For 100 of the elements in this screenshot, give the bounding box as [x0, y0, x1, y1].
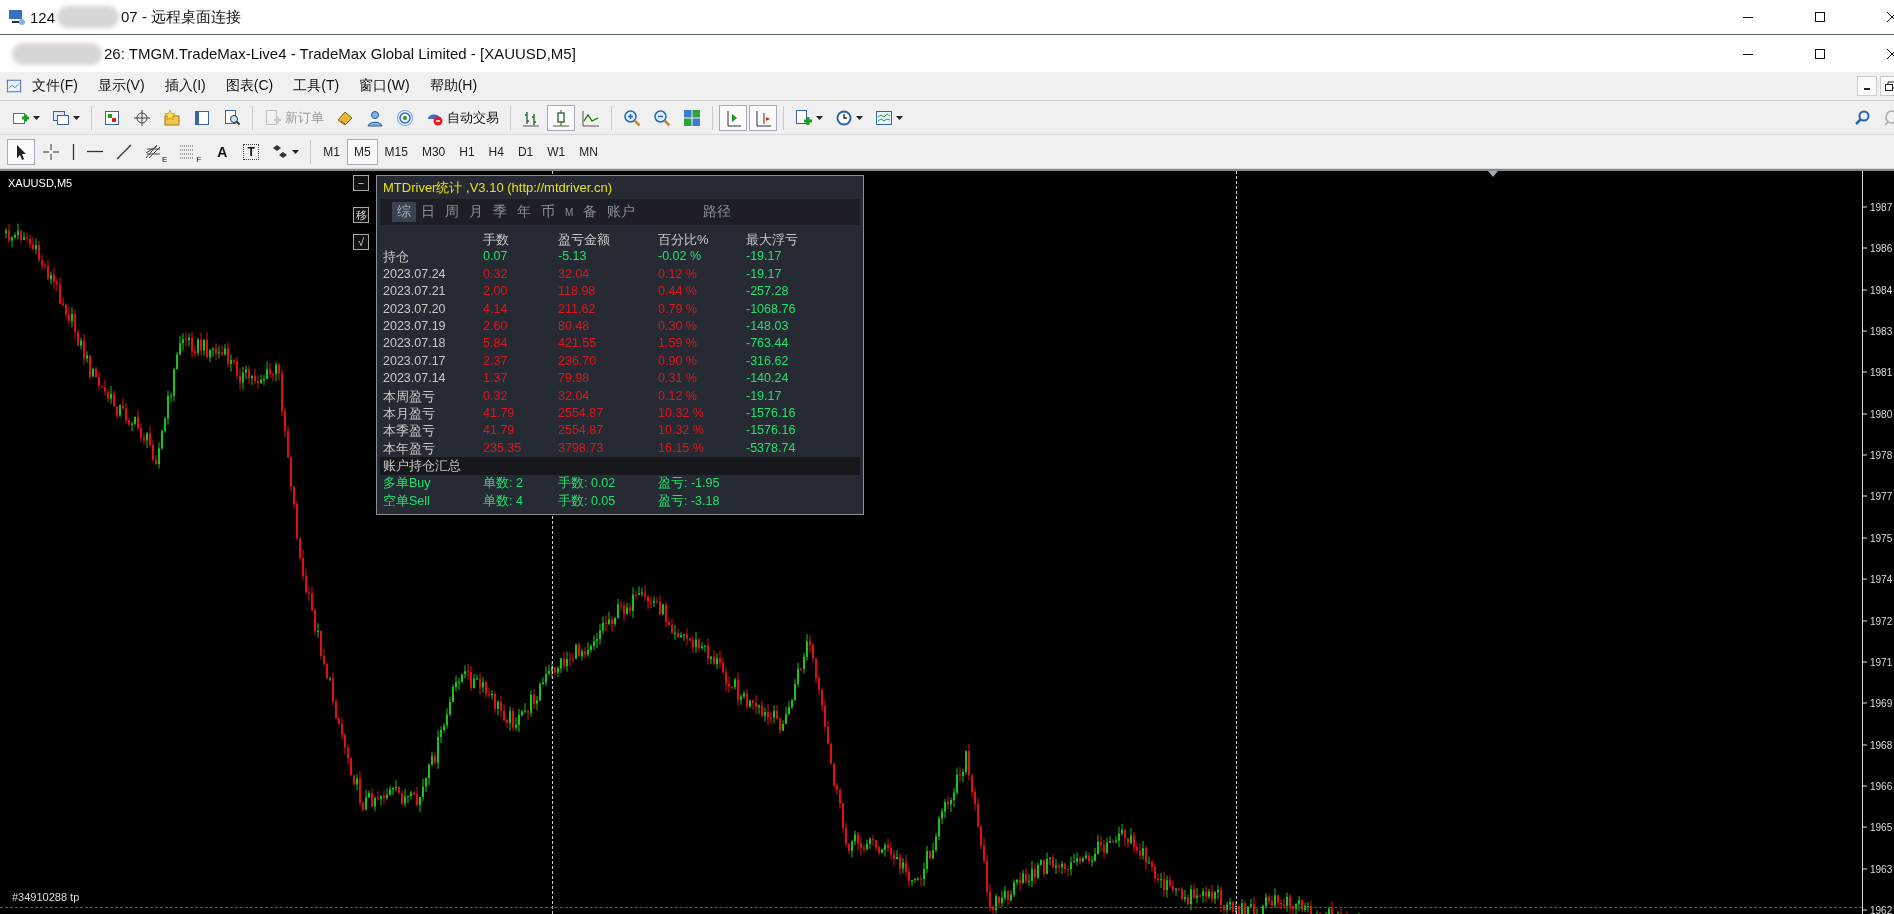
- drawing-tool-button[interactable]: A: [208, 138, 237, 165]
- price-label: 1978: [1870, 449, 1893, 461]
- menu-item[interactable]: 插入(I): [154, 75, 216, 97]
- price-label: 1974: [1870, 573, 1893, 585]
- row-label: 本周盈亏: [383, 387, 436, 406]
- restore-icon[interactable]: [1880, 76, 1894, 96]
- table-cell-text: -0.02 %: [658, 248, 703, 266]
- price-label: 1965: [1870, 821, 1893, 833]
- row-label: 2023.07.18: [383, 335, 447, 353]
- panel-tab[interactable]: 账户: [602, 202, 641, 222]
- table-cell-text: 3798.73: [558, 439, 605, 457]
- panel-side-button[interactable]: √: [353, 234, 369, 250]
- table-cell-text: 41.79: [483, 405, 516, 423]
- timeframe-button[interactable]: W1: [540, 138, 573, 165]
- menu-item[interactable]: 显示(V): [87, 75, 155, 97]
- maximize-icon[interactable]: [1814, 11, 1826, 23]
- maximize-icon[interactable]: [1814, 47, 1826, 60]
- panel-tab[interactable]: 年: [512, 202, 536, 222]
- table-cell-text: 0.12 %: [658, 387, 698, 405]
- window-title: 124: [30, 8, 56, 26]
- table-cell-text: -1576.16: [746, 405, 797, 423]
- drawing-tool-button[interactable]: T: [238, 138, 265, 165]
- menu-item[interactable]: 工具(T): [283, 75, 350, 97]
- row-label: 2023.07.24: [383, 265, 447, 283]
- template-icon: [875, 108, 893, 127]
- drawing-tool-button[interactable]: F: [174, 138, 207, 165]
- caret-icon: [896, 115, 903, 120]
- panel-side-button[interactable]: −: [353, 175, 369, 191]
- line-chart-icon: [582, 108, 600, 127]
- panel-tab[interactable]: 路径: [698, 202, 737, 222]
- caret-icon: [856, 115, 863, 120]
- panel-tab[interactable]: 季: [488, 202, 512, 222]
- caret-icon: [292, 149, 300, 154]
- triangle-marker-icon: [1488, 171, 1498, 177]
- timeframe-button[interactable]: MN: [572, 138, 605, 165]
- crosshair-icon: [42, 142, 60, 161]
- table-cell-text: -1068.76: [746, 300, 797, 318]
- timeframe-button[interactable]: D1: [510, 138, 541, 165]
- chart-window-icon[interactable]: [6, 78, 22, 94]
- menu-item[interactable]: 窗口(W): [349, 75, 420, 97]
- toolbar-button[interactable]: [719, 104, 747, 131]
- drawing-tool-button[interactable]: E: [140, 138, 173, 165]
- table-cell-text: -19.17: [746, 265, 783, 283]
- row-label: 持仓: [383, 248, 410, 266]
- menu-item[interactable]: 帮助(H): [419, 75, 488, 97]
- quote-board-icon: [103, 108, 121, 127]
- price-label: 1966: [1870, 780, 1893, 792]
- zoom-in-icon: [623, 108, 641, 127]
- table-cell-text: 32.04: [558, 265, 591, 283]
- add-indicator-icon: [795, 108, 813, 127]
- column-header: 盈亏金额: [558, 231, 611, 249]
- table-cell-text: -140.24: [746, 370, 790, 388]
- table-cell-text: -5378.74: [746, 439, 797, 457]
- window-title: 07 - 远程桌面连接: [121, 7, 242, 27]
- timeframe-button[interactable]: M30: [414, 138, 453, 165]
- column-header: 手数: [483, 231, 510, 249]
- table-cell-text: 236.70: [558, 352, 598, 370]
- compass-icon: [133, 108, 151, 127]
- minimize-icon[interactable]: [1857, 76, 1877, 96]
- table-cell-text: 2.37: [483, 352, 509, 370]
- table-cell-text: 0.31 %: [658, 370, 698, 388]
- search-icon[interactable]: [1854, 108, 1872, 127]
- timeframe-button[interactable]: M5: [346, 138, 378, 165]
- panel-tab[interactable]: 备: [578, 202, 603, 222]
- price-label: 1977: [1870, 490, 1893, 502]
- toolbar-button[interactable]: [547, 104, 575, 131]
- panel-tab[interactable]: 日: [416, 202, 440, 222]
- drawing-tool-button[interactable]: [7, 138, 35, 165]
- broadcast-icon: [396, 108, 414, 127]
- panel-tab[interactable]: 周: [440, 202, 464, 222]
- price-label: 1981: [1870, 366, 1893, 378]
- menu-item[interactable]: 文件(F): [22, 75, 88, 97]
- timeframe-button[interactable]: M15: [377, 138, 415, 165]
- table-cell-text: -257.28: [746, 283, 790, 301]
- panel-tab[interactable]: 币: [536, 202, 560, 222]
- panel-side-button[interactable]: 移: [353, 207, 369, 223]
- table-cell-text: 0.32: [483, 265, 509, 283]
- table-cell-text: 2.00: [483, 283, 509, 301]
- price-label: 1971: [1870, 656, 1893, 668]
- price-label: 1972: [1870, 615, 1893, 626]
- zoom-out-icon: [653, 108, 671, 127]
- menu-item[interactable]: 图表(C): [215, 75, 284, 97]
- panel-tab[interactable]: 月: [464, 202, 488, 222]
- windows-icon: [52, 108, 70, 127]
- table-cell-text: -19.17: [746, 387, 783, 405]
- close-icon[interactable]: [1886, 47, 1894, 60]
- panel-tab[interactable]: 综: [392, 202, 416, 222]
- row-label: 2023.07.21: [383, 283, 447, 301]
- timeframe-button[interactable]: M1: [316, 138, 347, 165]
- table-cell-text: 单数: 4: [483, 492, 524, 510]
- timeframe-button[interactable]: H1: [452, 138, 482, 165]
- table-cell-text: 1.59 %: [658, 335, 698, 353]
- timeframe-button[interactable]: H4: [481, 138, 511, 165]
- section-title: 账户持仓汇总: [380, 457, 860, 476]
- panel-tab[interactable]: M: [560, 205, 579, 219]
- row-label: 2023.07.20: [383, 300, 447, 318]
- price-label: 1963: [1870, 863, 1893, 875]
- row-label: 2023.07.19: [383, 318, 447, 336]
- toolbar-button[interactable]: 自动交易: [421, 104, 504, 131]
- table-cell-text: 单数: 2: [483, 475, 524, 493]
